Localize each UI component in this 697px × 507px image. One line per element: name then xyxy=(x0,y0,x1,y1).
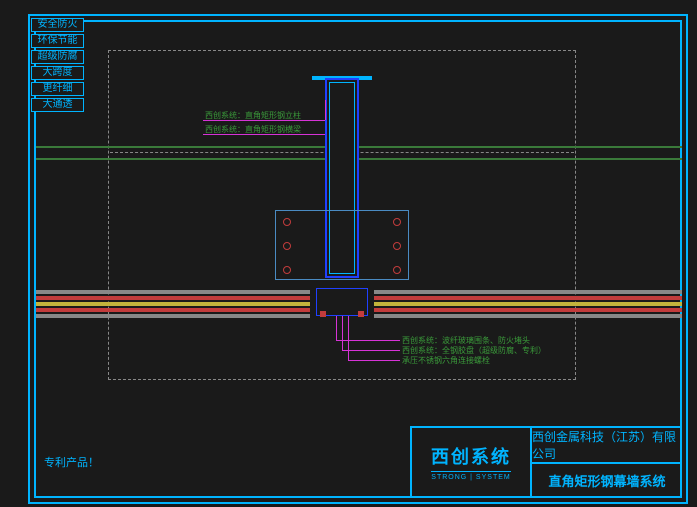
tag-item: 超级防腐 xyxy=(31,50,84,64)
tag-item: 环保节能 xyxy=(31,34,84,48)
bolt-icon xyxy=(283,266,291,274)
bolt-icon xyxy=(283,218,291,226)
title-block: 西创系统 STRONG | SYSTEM 西创金属科技（江苏）有限公司 直角矩形… xyxy=(410,426,682,496)
leader-line xyxy=(348,360,400,361)
logo-cell: 西创系统 STRONG | SYSTEM xyxy=(412,428,532,496)
patent-label: 专利产品！ xyxy=(44,454,99,470)
tag-item: 更纤细 xyxy=(31,82,84,96)
leader-line xyxy=(348,316,349,360)
bolt-icon xyxy=(393,218,401,226)
tag-item: 大跨度 xyxy=(31,66,84,80)
bolt-icon xyxy=(393,242,401,250)
drawing-title: 直角矩形钢幕墙系统 xyxy=(532,464,682,496)
bracket-plate xyxy=(275,210,409,280)
bolt-icon xyxy=(283,242,291,250)
leader-line xyxy=(325,100,326,120)
tag-item: 大通透 xyxy=(31,98,84,112)
glass-line xyxy=(359,146,682,148)
gasket-icon xyxy=(358,311,364,317)
leader-line xyxy=(336,340,400,341)
glass-line xyxy=(359,158,682,160)
leader-line xyxy=(342,350,400,351)
logo-main: 西创系统 xyxy=(431,443,511,469)
annotation: 承压不锈钢六角连接螺栓 xyxy=(402,355,490,366)
logo-sub: STRONG | SYSTEM xyxy=(431,471,510,481)
company-name: 西创金属科技（江苏）有限公司 xyxy=(532,428,682,464)
bolt-icon xyxy=(393,266,401,274)
glass-line xyxy=(36,158,325,160)
leader-line xyxy=(336,316,337,340)
leader-line xyxy=(342,316,343,350)
gasket-icon xyxy=(320,311,326,317)
annotation: 西创系统：直角矩形钢立柱 xyxy=(205,110,301,121)
tag-item: 安全防火 xyxy=(31,18,84,32)
glass-line xyxy=(36,146,325,148)
annotation: 西创系统：直角矩形钢横梁 xyxy=(205,124,301,135)
